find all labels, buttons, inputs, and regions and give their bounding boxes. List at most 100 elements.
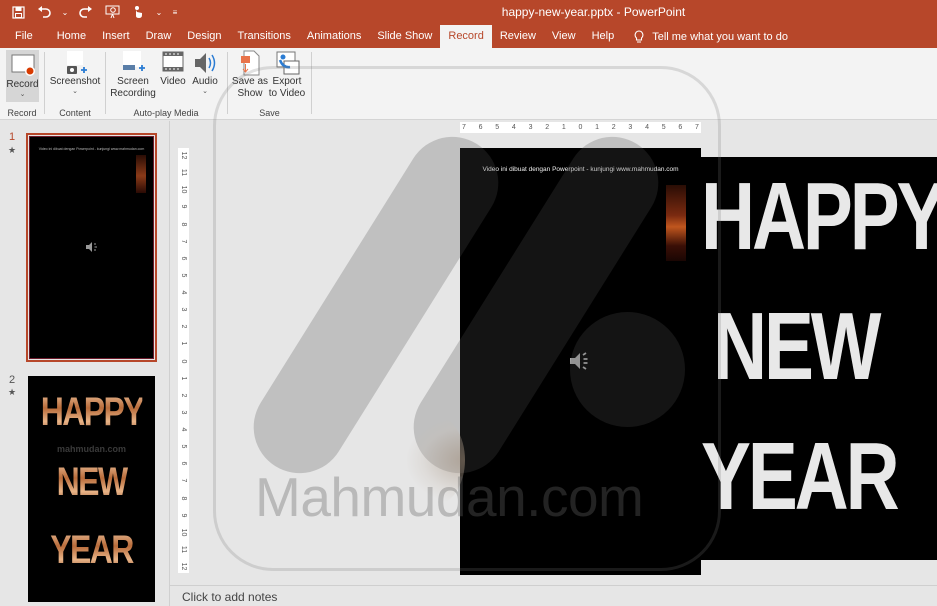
off-slide-word: YEAR xyxy=(701,423,900,530)
group-label-save: Save xyxy=(259,108,280,118)
notes-pane[interactable]: Click to add notes xyxy=(170,585,937,606)
screenshot-icon xyxy=(61,50,89,76)
animation-star-icon: ★ xyxy=(8,145,17,155)
ruler-tick-label: 6 xyxy=(478,124,483,131)
tab-help[interactable]: Help xyxy=(584,25,623,48)
ruler-tick-label: 10 xyxy=(180,528,187,537)
export-video-icon xyxy=(273,50,301,76)
current-slide[interactable]: Video ini dibuat dengan Powerpoint - kun… xyxy=(460,148,701,575)
ruler-tick-label: 1 xyxy=(561,124,566,131)
record-icon xyxy=(9,53,37,79)
ruler-tick-label: 3 xyxy=(180,307,187,312)
divider xyxy=(311,52,312,114)
group-label-content: Content xyxy=(59,108,91,118)
ruler-tick-label: 4 xyxy=(180,290,187,295)
slide-caption-text[interactable]: Video ini dibuat dengan Powerpoint - kun… xyxy=(460,166,701,173)
ruler-tick-label: 0 xyxy=(578,124,583,131)
ruler-tick-label: 11 xyxy=(180,168,187,177)
ruler-tick-label: 8 xyxy=(180,496,187,500)
ruler-tick-label: 1 xyxy=(180,341,187,346)
ruler-tick-label: 0 xyxy=(180,359,187,363)
off-slide-word: HAPPY xyxy=(701,163,937,270)
ruler-tick-label: 6 xyxy=(180,256,187,261)
ruler-tick-label: 6 xyxy=(678,124,683,131)
group-label-record: Record xyxy=(7,108,37,118)
record-group: Record ⌄ Record xyxy=(0,48,44,120)
audio-speaker-icon[interactable] xyxy=(568,351,594,371)
tab-design[interactable]: Design xyxy=(179,25,229,48)
tab-file[interactable]: File xyxy=(0,25,49,48)
slide-number: 2 xyxy=(9,374,16,386)
export-to-video-button[interactable]: Export to Video xyxy=(268,50,306,100)
ruler-tick-label: 6 xyxy=(180,461,187,466)
save-as-show-icon xyxy=(236,50,264,76)
content-group: Screenshot ⌄ Content xyxy=(45,48,105,120)
slide-thumbnail-1[interactable]: Video ini dibuat dengan Powerpoint - kun… xyxy=(26,133,157,362)
ruler-tick-label: 3 xyxy=(528,124,533,131)
screen-recording-button[interactable]: Screen Recording xyxy=(110,50,156,100)
tab-transitions[interactable]: Transitions xyxy=(230,25,299,48)
ruler-tick-label: 2 xyxy=(180,393,187,398)
video-thumbnail xyxy=(136,155,146,193)
slide-number: 1 xyxy=(9,131,16,143)
ruler-tick-label: 7 xyxy=(695,124,699,131)
ruler-tick-label: 4 xyxy=(180,427,187,432)
ruler-tick-label: 12 xyxy=(180,151,187,160)
tab-insert[interactable]: Insert xyxy=(94,25,138,48)
tab-view[interactable]: View xyxy=(544,25,584,48)
video-object[interactable] xyxy=(666,185,686,261)
ruler-tick-label: 5 xyxy=(661,124,666,131)
ruler-tick-label: 4 xyxy=(511,124,516,131)
vertical-ruler[interactable]: 12 11 10 9 8 7 6 5 4 3 2 1 0 1 2 3 4 5 6 7 8 9 10 11 12 xyxy=(178,148,189,573)
ruler-tick-label: 2 xyxy=(545,124,550,131)
chevron-down-icon: ⌄ xyxy=(202,88,208,95)
title-bar: ⌄ ⌄ ≡ happy-new-year.pptx - PowerPoint xyxy=(0,0,937,25)
ruler-tick-label: 8 xyxy=(180,222,187,226)
thumbnail-word: YEAR xyxy=(41,528,143,573)
slide-thumbnails-panel: 1 ★ Video ini dibuat dengan Powerpoint -… xyxy=(0,121,170,606)
autoplay-media-group: Screen Recording Video Audio ⌄ Auto-play… xyxy=(106,48,226,120)
off-slide-text-block[interactable]: HAPPY NEW YEAR xyxy=(701,157,937,560)
screenshot-button[interactable]: Screenshot ⌄ xyxy=(50,50,100,96)
ruler-tick-label: 5 xyxy=(495,124,500,131)
film-icon xyxy=(159,50,187,76)
horizontal-ruler[interactable]: 7 6 5 4 3 2 1 0 1 2 3 4 5 6 7 xyxy=(460,122,701,133)
tab-home[interactable]: Home xyxy=(49,25,94,48)
animation-star-icon: ★ xyxy=(8,387,17,397)
tab-animations[interactable]: Animations xyxy=(299,25,369,48)
ruler-tick-label: 5 xyxy=(180,444,187,449)
group-label-autoplay: Auto-play Media xyxy=(133,108,199,118)
save-as-show-button[interactable]: Save as Show xyxy=(231,50,269,100)
chevron-down-icon: ⌄ xyxy=(19,91,26,98)
ruler-tick-label: 7 xyxy=(180,239,187,244)
document-title: happy-new-year.pptx - PowerPoint xyxy=(501,5,686,19)
speaker-icon xyxy=(85,240,99,258)
tab-record[interactable]: Record xyxy=(440,25,492,48)
tab-slide-show[interactable]: Slide Show xyxy=(369,25,440,48)
ruler-tick-label: 4 xyxy=(645,124,649,131)
slide-thumbnail-2[interactable]: HAPPY mahmudan.com NEW YEAR xyxy=(28,376,155,602)
ruler-tick-label: 11 xyxy=(180,545,187,554)
ruler-tick-label: 1 xyxy=(595,124,600,131)
tab-draw[interactable]: Draw xyxy=(138,25,180,48)
thumbnail-word: NEW xyxy=(41,460,143,505)
record-button[interactable]: Record ⌄ xyxy=(6,50,39,102)
off-slide-word: NEW xyxy=(713,293,881,400)
ribbon: Record ⌄ Record Screenshot ⌄ Content Scr… xyxy=(0,48,937,120)
tell-me-text: Tell me what you want to do xyxy=(652,30,788,43)
notes-placeholder[interactable]: Click to add notes xyxy=(182,590,277,604)
video-button[interactable]: Video xyxy=(158,50,188,88)
audio-button[interactable]: Audio ⌄ xyxy=(190,50,220,96)
speaker-icon xyxy=(191,50,219,76)
ruler-tick-label: 3 xyxy=(180,410,187,415)
ruler-tick-label: 9 xyxy=(180,204,187,209)
ruler-tick-label: 2 xyxy=(180,324,187,329)
tell-me-search[interactable]: Tell me what you want to do xyxy=(622,25,788,48)
tab-review[interactable]: Review xyxy=(492,25,544,48)
ruler-tick-label: 7 xyxy=(180,478,187,483)
ruler-tick-label: 10 xyxy=(180,185,187,194)
ruler-tick-label: 12 xyxy=(180,562,187,571)
save-group: Save as Show Export to Video Save xyxy=(228,48,311,120)
thumbnail-site: mahmudan.com xyxy=(56,444,126,454)
screen-recording-icon xyxy=(119,50,147,76)
